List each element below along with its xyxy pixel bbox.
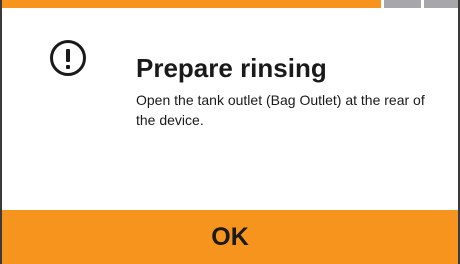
dialog-message: Open the tank outlet (Bag Outlet) at the… xyxy=(136,92,425,128)
dialog-window: Prepare rinsing Open the tank outlet (Ba… xyxy=(0,0,460,264)
progress-segment-pending xyxy=(424,0,458,8)
ok-button[interactable]: OK xyxy=(2,210,458,264)
progress-segment-pending xyxy=(384,0,421,8)
exclamation-mark-dot xyxy=(66,65,70,69)
exclamation-mark-bar xyxy=(66,49,70,62)
dialog-title: Prepare rinsing xyxy=(136,53,327,83)
step-progress-bar xyxy=(2,0,458,8)
progress-segment-complete xyxy=(2,0,381,8)
exclamation-circle-icon xyxy=(50,40,86,76)
